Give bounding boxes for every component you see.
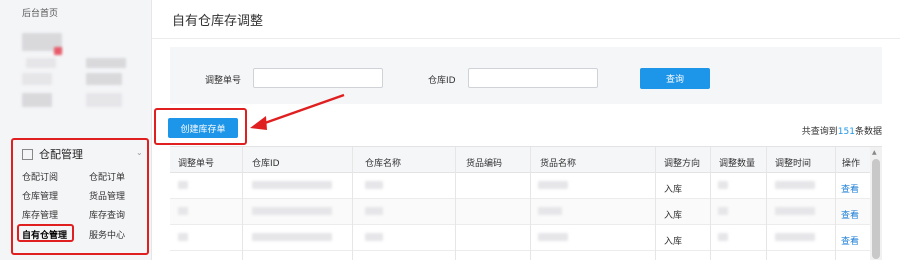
redacted-cell: [365, 207, 383, 215]
cell-direction: 入库: [664, 211, 683, 221]
column-divider: [352, 147, 353, 260]
column-header-adjust-no[interactable]: 调整单号: [178, 156, 214, 169]
create-inventory-button[interactable]: 创建库存单: [168, 118, 238, 138]
cell-direction: 入库: [664, 237, 683, 247]
redacted-cell: [178, 207, 188, 215]
sidebar-item-own-warehouse[interactable]: 自有仓管理: [22, 228, 67, 241]
column-header-quantity[interactable]: 调整数量: [719, 156, 755, 169]
redacted-block: [22, 93, 52, 107]
page-title: 自有仓库存调整: [172, 14, 264, 29]
view-link[interactable]: 查看: [841, 234, 859, 247]
menu-section-label: 仓配管理: [39, 148, 83, 161]
column-divider: [530, 147, 531, 260]
scrollbar-thumb[interactable]: [872, 159, 880, 259]
redacted-cell: [775, 233, 815, 241]
column-divider: [242, 147, 243, 260]
redacted-cell: [252, 207, 332, 215]
chevron-down-icon[interactable]: ⌄: [136, 148, 143, 157]
column-divider: [655, 147, 656, 260]
divider: [152, 38, 900, 39]
redacted-block: [86, 73, 122, 85]
sidebar: 后台首页 仓配管理 ⌄ 仓配订阅 仓配订单 仓库管理 货品管理 库存管理 库存查…: [0, 0, 152, 260]
redacted-cell: [252, 181, 332, 189]
view-link[interactable]: 查看: [841, 182, 859, 195]
redacted-cell: [178, 233, 188, 241]
column-header-direction[interactable]: 调整方向: [664, 156, 700, 169]
redacted-cell: [178, 181, 188, 189]
column-header-warehouse-id[interactable]: 仓库ID: [252, 156, 280, 169]
column-header-warehouse-name[interactable]: 仓库名称: [365, 156, 401, 169]
adjust-no-input[interactable]: [253, 68, 383, 88]
sidebar-item-warehouse[interactable]: 仓库管理: [22, 189, 58, 202]
redacted-cell: [718, 233, 728, 241]
scroll-up-icon[interactable]: ▲: [872, 149, 877, 156]
result-count-number: 151: [837, 127, 855, 137]
sidebar-item-service-center[interactable]: 服务中心: [89, 228, 125, 241]
redacted-block: [26, 58, 56, 68]
column-header-goods-code[interactable]: 货品编码: [466, 156, 502, 169]
redacted-block: [22, 73, 52, 85]
redacted-block: [54, 47, 62, 55]
redacted-cell: [365, 181, 383, 189]
sidebar-item-subscription[interactable]: 仓配订阅: [22, 170, 58, 183]
redacted-cell: [538, 207, 562, 215]
redacted-cell: [365, 233, 383, 241]
arrow-head: [250, 116, 267, 130]
column-divider: [835, 147, 836, 260]
view-link[interactable]: 查看: [841, 208, 859, 221]
column-divider: [455, 147, 456, 260]
redacted-cell: [252, 233, 332, 241]
adjust-no-label: 调整单号: [205, 76, 242, 86]
redacted-cell: [718, 207, 728, 215]
redacted-block: [86, 58, 126, 68]
column-header-goods-name[interactable]: 货品名称: [540, 156, 576, 169]
sidebar-item-inventory[interactable]: 库存管理: [22, 208, 58, 221]
redacted-cell: [538, 181, 568, 189]
result-count-suffix: 条数据: [854, 127, 882, 137]
sidebar-item-goods[interactable]: 货品管理: [89, 189, 125, 202]
redacted-cell: [775, 181, 815, 189]
result-count-prefix: 共查询到: [801, 127, 838, 137]
column-divider: [766, 147, 767, 260]
sidebar-home-link[interactable]: 后台首页: [22, 6, 58, 19]
data-table: 调整单号 仓库ID 仓库名称 货品编码 货品名称 调整方向 调整数量 调整时间 …: [170, 146, 882, 260]
redacted-cell: [538, 233, 568, 241]
home-icon: [22, 148, 33, 160]
cell-direction: 入库: [664, 185, 683, 195]
query-button[interactable]: 查询: [640, 68, 710, 89]
menu-section-title[interactable]: 仓配管理: [22, 146, 83, 162]
column-header-action: 操作: [842, 159, 861, 169]
result-count: 共查询到151条数据: [802, 124, 882, 137]
warehouse-id-label: 仓库ID: [428, 76, 456, 86]
redacted-cell: [775, 207, 815, 215]
redacted-block: [86, 93, 122, 107]
redacted-cell: [718, 181, 728, 189]
column-header-time[interactable]: 调整时间: [775, 156, 811, 169]
sidebar-item-orders[interactable]: 仓配订单: [89, 170, 125, 183]
column-divider: [710, 147, 711, 260]
warehouse-id-input[interactable]: [468, 68, 598, 88]
sidebar-item-inventory-query[interactable]: 库存查询: [89, 208, 125, 221]
